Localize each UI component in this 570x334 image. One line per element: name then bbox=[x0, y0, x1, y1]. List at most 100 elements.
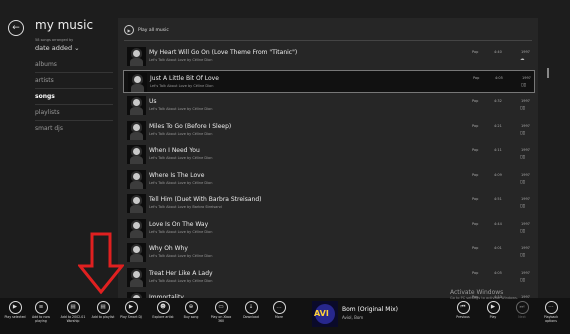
play-all-button[interactable]: ▶ Play all music bbox=[124, 24, 169, 36]
song-title: When I Need You bbox=[149, 147, 200, 154]
song-album-artist: Let's Talk About Love by Céline Dion bbox=[149, 180, 213, 185]
song-row[interactable]: My Heart Will Go On (Love Theme From "Ti… bbox=[123, 45, 535, 68]
song-title: Love Is On The Way bbox=[149, 220, 209, 228]
song-row[interactable]: Just A Little Bit Of Love Let's Talk Abou… bbox=[123, 69, 535, 93]
album-art-face bbox=[133, 123, 140, 131]
now-playing-album-art[interactable]: AVI bbox=[312, 301, 338, 327]
song-genre: Pop bbox=[472, 123, 479, 128]
song-genre: Pop bbox=[472, 50, 479, 54]
song-album-artist: Let's Talk About Love by Céline Dion bbox=[150, 83, 214, 88]
divider bbox=[124, 40, 532, 41]
add-to-playlist-button[interactable]: ▤ Add to playlist bbox=[90, 301, 116, 333]
album-art bbox=[127, 96, 146, 115]
song-genre: Pop bbox=[472, 197, 479, 201]
playlist-icon: ▤ bbox=[66, 301, 80, 314]
song-title: Us bbox=[149, 98, 157, 105]
song-duration: 4:40 bbox=[494, 50, 502, 54]
song-genre: Pop bbox=[472, 99, 479, 103]
play-on-xbox-button[interactable]: ▭ Play on Xbox 360 bbox=[208, 301, 234, 333]
song-year: 1997 bbox=[521, 221, 530, 226]
back-arrow-icon: ← bbox=[12, 22, 20, 33]
song-title: Just A Little Bit Of Love bbox=[150, 74, 219, 82]
album-art bbox=[127, 120, 146, 140]
back-button[interactable]: ← bbox=[8, 20, 24, 36]
song-title: Miles To Go (Before I Sleep) bbox=[149, 122, 232, 130]
album-art bbox=[127, 47, 146, 66]
button-label: Play bbox=[489, 315, 497, 319]
song-year: 1997 bbox=[521, 50, 530, 54]
nav-item-smart-djs[interactable]: smart djs bbox=[35, 122, 113, 138]
album-art-body bbox=[130, 156, 143, 164]
play-smart-dj-button[interactable]: ▶ Play Smart DJ bbox=[118, 301, 144, 333]
song-year: 1997 bbox=[521, 197, 530, 201]
more-button[interactable]: … More bbox=[266, 301, 292, 333]
play-button[interactable]: ▶ Play bbox=[480, 301, 506, 333]
album-art bbox=[127, 218, 146, 238]
album-art-body bbox=[130, 131, 143, 140]
song-row[interactable]: Tell Him (Duet With Barbra Streisand) Let… bbox=[123, 192, 535, 215]
play-selected-button[interactable]: ▶ Play selected bbox=[2, 301, 28, 333]
button-label: More bbox=[275, 315, 283, 319]
sort-value: date added bbox=[35, 44, 73, 52]
album-art-face bbox=[133, 221, 140, 229]
album-art-logo: AVI bbox=[314, 309, 329, 318]
song-row[interactable]: Us Let's Talk About Love by Céline Dion Po… bbox=[123, 94, 535, 117]
song-album-artist: Let's Talk About Love by Céline Dion bbox=[149, 278, 213, 283]
add-to-now-playing-button[interactable]: ≡ Add to now playing bbox=[28, 301, 54, 333]
add-to-2002-01-worship-button[interactable]: ▤ Add to 2002-01 Worship bbox=[60, 301, 86, 333]
nav-separator bbox=[35, 104, 113, 105]
song-album-artist: Let's Talk About Love by Céline Dion bbox=[149, 156, 213, 160]
previous-icon: ⏮ bbox=[456, 301, 470, 314]
now-playing-artist: Aviol, Bom bbox=[342, 315, 364, 320]
song-year: 1997 bbox=[521, 123, 530, 128]
song-row[interactable]: Treat Her Like A Lady Let's Talk About Lo… bbox=[123, 266, 535, 289]
album-art-face bbox=[133, 197, 140, 204]
song-list-panel: ▶ Play all music My Heart Will Go On (Lo… bbox=[118, 18, 538, 298]
page-title: my music bbox=[35, 18, 94, 32]
device-icon: ▯▯ bbox=[520, 155, 525, 160]
next-icon: ⏭ bbox=[515, 301, 529, 314]
previous-button[interactable]: ⏮ Previous bbox=[450, 301, 476, 333]
device-icon: ▯▯ bbox=[520, 204, 525, 209]
now-playing-title[interactable]: Bom (Original Mix) bbox=[342, 306, 398, 313]
sort-dropdown[interactable]: date added ⌄ bbox=[35, 44, 80, 52]
download-button[interactable]: ↓ Download bbox=[238, 301, 264, 333]
album-art bbox=[127, 243, 146, 262]
song-title: Tell Him (Duet With Barbra Streisand) bbox=[149, 196, 262, 203]
album-art-body bbox=[130, 278, 143, 287]
playback-options-button[interactable]: ⋯ Playback options bbox=[538, 301, 564, 333]
play-icon: ▶ bbox=[124, 25, 134, 35]
song-title: Treat Her Like A Lady bbox=[149, 269, 213, 277]
album-art bbox=[127, 169, 146, 189]
song-duration: 4:51 bbox=[494, 197, 502, 201]
album-art-face bbox=[134, 75, 141, 83]
song-year: 1997 bbox=[521, 270, 530, 275]
explore-artist-button[interactable]: ☻ Explore artist bbox=[150, 301, 176, 333]
scrollbar[interactable] bbox=[547, 68, 550, 80]
song-row[interactable]: Where Is The Love Let's Talk About Love b… bbox=[123, 168, 535, 191]
song-row[interactable]: Why Oh Why Let's Talk About Love by Célin… bbox=[123, 241, 535, 264]
play-icon: ▶ bbox=[486, 301, 500, 314]
album-art-face bbox=[133, 148, 140, 155]
song-year: 1997 bbox=[522, 75, 531, 80]
next-button[interactable]: ⏭ Next bbox=[509, 301, 535, 333]
song-row[interactable]: Love Is On The Way Let's Talk About Love … bbox=[123, 217, 535, 240]
album-art-face bbox=[133, 270, 140, 278]
song-row[interactable]: Miles To Go (Before I Sleep) Let's Talk A… bbox=[123, 119, 535, 142]
activate-windows-watermark: Activate Windows Go to PC settings to ac… bbox=[450, 289, 560, 300]
button-label: Next bbox=[518, 315, 526, 319]
cloud-icon: ☁ bbox=[520, 57, 525, 62]
song-genre: Pop bbox=[473, 75, 480, 80]
song-row[interactable]: When I Need You Let's Talk About Love by … bbox=[123, 143, 535, 166]
button-label: Play selected bbox=[4, 315, 26, 319]
album-art-face bbox=[133, 50, 140, 57]
song-title: Where Is The Love bbox=[149, 171, 205, 179]
buy-song-button[interactable]: ⊕ Buy song bbox=[178, 301, 204, 333]
button-label: Buy song bbox=[183, 315, 199, 319]
album-art bbox=[127, 145, 146, 164]
scrollbar-thumb[interactable] bbox=[547, 68, 549, 78]
button-label: Add to playlist bbox=[91, 315, 115, 319]
button-label: Previous bbox=[456, 315, 470, 319]
library-nav: albums artists songs playlists smart djs bbox=[35, 58, 113, 138]
song-genre: Pop bbox=[472, 172, 479, 177]
